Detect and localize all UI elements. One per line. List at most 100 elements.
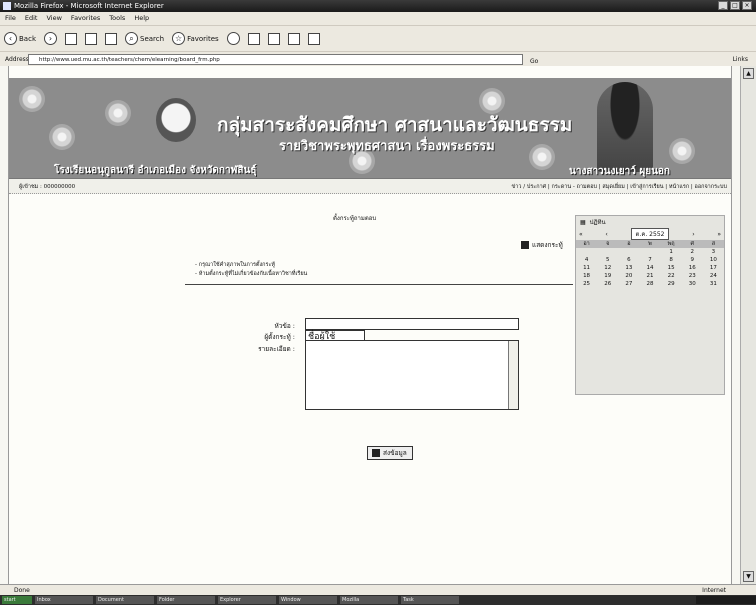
day-cell[interactable] <box>576 248 597 256</box>
day-cell[interactable]: 26 <box>597 280 618 288</box>
taskbar-item[interactable]: Folder <box>157 596 215 604</box>
page-scrollbar[interactable]: ▲ ▼ <box>740 66 756 584</box>
day-cell[interactable]: 24 <box>703 272 724 280</box>
menu-tools[interactable]: Tools <box>109 12 125 25</box>
list-icon <box>521 241 529 249</box>
mail-icon[interactable] <box>247 32 260 45</box>
day-cell[interactable]: 28 <box>639 280 660 288</box>
day-cell[interactable]: 4 <box>576 256 597 264</box>
menu-bar: File Edit View Favorites Tools Help <box>0 12 756 25</box>
day-cell[interactable]: 10 <box>703 256 724 264</box>
day-cell[interactable]: 29 <box>661 280 682 288</box>
day-cell[interactable] <box>597 248 618 256</box>
day-cell[interactable]: 1 <box>661 248 682 256</box>
close-icon[interactable]: × <box>742 1 752 10</box>
taskbar-item[interactable]: Window <box>279 596 337 604</box>
next-year-button[interactable]: » <box>717 231 721 238</box>
favorites-button[interactable]: ☆ Favorites <box>172 32 219 45</box>
weekday-label: ส <box>702 240 724 248</box>
topic-input[interactable] <box>305 318 519 330</box>
day-cell[interactable]: 5 <box>597 256 618 264</box>
day-cell[interactable]: 2 <box>682 248 703 256</box>
day-cell[interactable] <box>639 248 660 256</box>
day-cell[interactable]: 3 <box>703 248 724 256</box>
day-cell[interactable]: 6 <box>618 256 639 264</box>
day-cell[interactable]: 17 <box>703 264 724 272</box>
menu-help[interactable]: Help <box>134 12 149 25</box>
topic-label: หัวข้อ : <box>274 322 295 330</box>
detail-textarea[interactable] <box>305 340 519 410</box>
links-button[interactable]: Links <box>733 52 748 67</box>
taskbar-item[interactable]: Mozilla <box>340 596 398 604</box>
divider <box>185 284 573 285</box>
menu-file[interactable]: File <box>5 12 16 25</box>
window-title: Mozilla Firefox - Microsoft Internet Exp… <box>14 2 164 10</box>
taskbar-item[interactable]: Explorer <box>218 596 276 604</box>
day-cell[interactable]: 20 <box>618 272 639 280</box>
minimize-icon[interactable]: _ <box>718 1 728 10</box>
weekday-label: พฤ <box>660 240 682 248</box>
scroll-up-icon[interactable]: ▲ <box>743 68 754 79</box>
prev-month-button[interactable]: ‹ <box>605 231 607 238</box>
calendar-month[interactable]: ต.ค. 2552 <box>630 228 670 240</box>
menu-view[interactable]: View <box>46 12 61 25</box>
day-cell[interactable]: 19 <box>597 272 618 280</box>
visitor-counter: ผู้เข้าชม : 000000000 <box>19 184 76 190</box>
submit-button[interactable]: ส่งข้อมูล <box>367 446 413 460</box>
scroll-down-icon[interactable]: ▼ <box>743 571 754 582</box>
weekday-label: พ <box>639 240 661 248</box>
web-page: กลุ่มสาระสังคมศึกษา ศาสนาและวัฒนธรรม ราย… <box>8 66 732 584</box>
prev-year-button[interactable]: « <box>579 231 583 238</box>
search-button[interactable]: ⌕ Search <box>125 32 164 45</box>
taskbar: start Inbox Document Folder Explorer Win… <box>0 595 756 605</box>
day-cell[interactable]: 27 <box>618 280 639 288</box>
day-cell[interactable]: 9 <box>682 256 703 264</box>
history-icon[interactable] <box>226 32 240 45</box>
address-input[interactable]: http://www.ued.mu.ac.th/teachers/chem/el… <box>28 54 523 65</box>
day-cell[interactable]: 12 <box>597 264 618 272</box>
day-cell[interactable]: 8 <box>661 256 682 264</box>
day-cell[interactable]: 25 <box>576 280 597 288</box>
board-title: ตั้งกระทู้ถามตอบ <box>333 215 377 222</box>
nav-links[interactable]: ข่าว / ประกาศ | กระดาน - ถามตอบ | สมุดเย… <box>512 179 727 195</box>
day-cell[interactable]: 16 <box>682 264 703 272</box>
address-label: Address <box>5 56 29 63</box>
start-button[interactable]: start <box>2 596 32 604</box>
back-button[interactable]: ‹ Back <box>4 32 36 45</box>
day-cell[interactable] <box>618 248 639 256</box>
day-cell[interactable]: 30 <box>682 280 703 288</box>
day-cell[interactable]: 14 <box>639 264 660 272</box>
day-cell[interactable]: 18 <box>576 272 597 280</box>
day-cell[interactable]: 23 <box>682 272 703 280</box>
edit-icon[interactable] <box>287 32 300 45</box>
home-icon[interactable] <box>105 32 117 45</box>
day-cell[interactable]: 22 <box>661 272 682 280</box>
day-cell[interactable]: 31 <box>703 280 724 288</box>
stop-icon[interactable] <box>65 32 77 45</box>
flower-icon <box>105 100 131 126</box>
day-cell[interactable]: 13 <box>618 264 639 272</box>
back-arrow-icon: ‹ <box>4 32 17 45</box>
maximize-icon[interactable]: □ <box>730 1 740 10</box>
refresh-icon[interactable] <box>85 32 97 45</box>
day-cell[interactable]: 7 <box>639 256 660 264</box>
forward-arrow-icon[interactable]: › <box>44 32 57 45</box>
menu-favorites[interactable]: Favorites <box>71 12 100 25</box>
weekday-label: อ <box>618 240 640 248</box>
taskbar-item[interactable]: Task <box>401 596 459 604</box>
day-cell[interactable]: 21 <box>639 272 660 280</box>
search-icon: ⌕ <box>125 32 138 45</box>
star-icon: ☆ <box>172 32 186 45</box>
discuss-icon[interactable] <box>307 32 320 45</box>
cartoon-mascot <box>156 98 196 142</box>
day-cell[interactable]: 11 <box>576 264 597 272</box>
flower-icon <box>49 124 75 150</box>
print-icon[interactable] <box>267 32 280 45</box>
textarea-scrollbar[interactable] <box>508 341 518 409</box>
menu-edit[interactable]: Edit <box>25 12 38 25</box>
next-month-button[interactable]: › <box>692 231 694 238</box>
day-cell[interactable]: 15 <box>661 264 682 272</box>
show-topics-link[interactable]: แสดงกระทู้ <box>521 240 563 250</box>
taskbar-item[interactable]: Inbox <box>35 596 93 604</box>
taskbar-item[interactable]: Document <box>96 596 154 604</box>
